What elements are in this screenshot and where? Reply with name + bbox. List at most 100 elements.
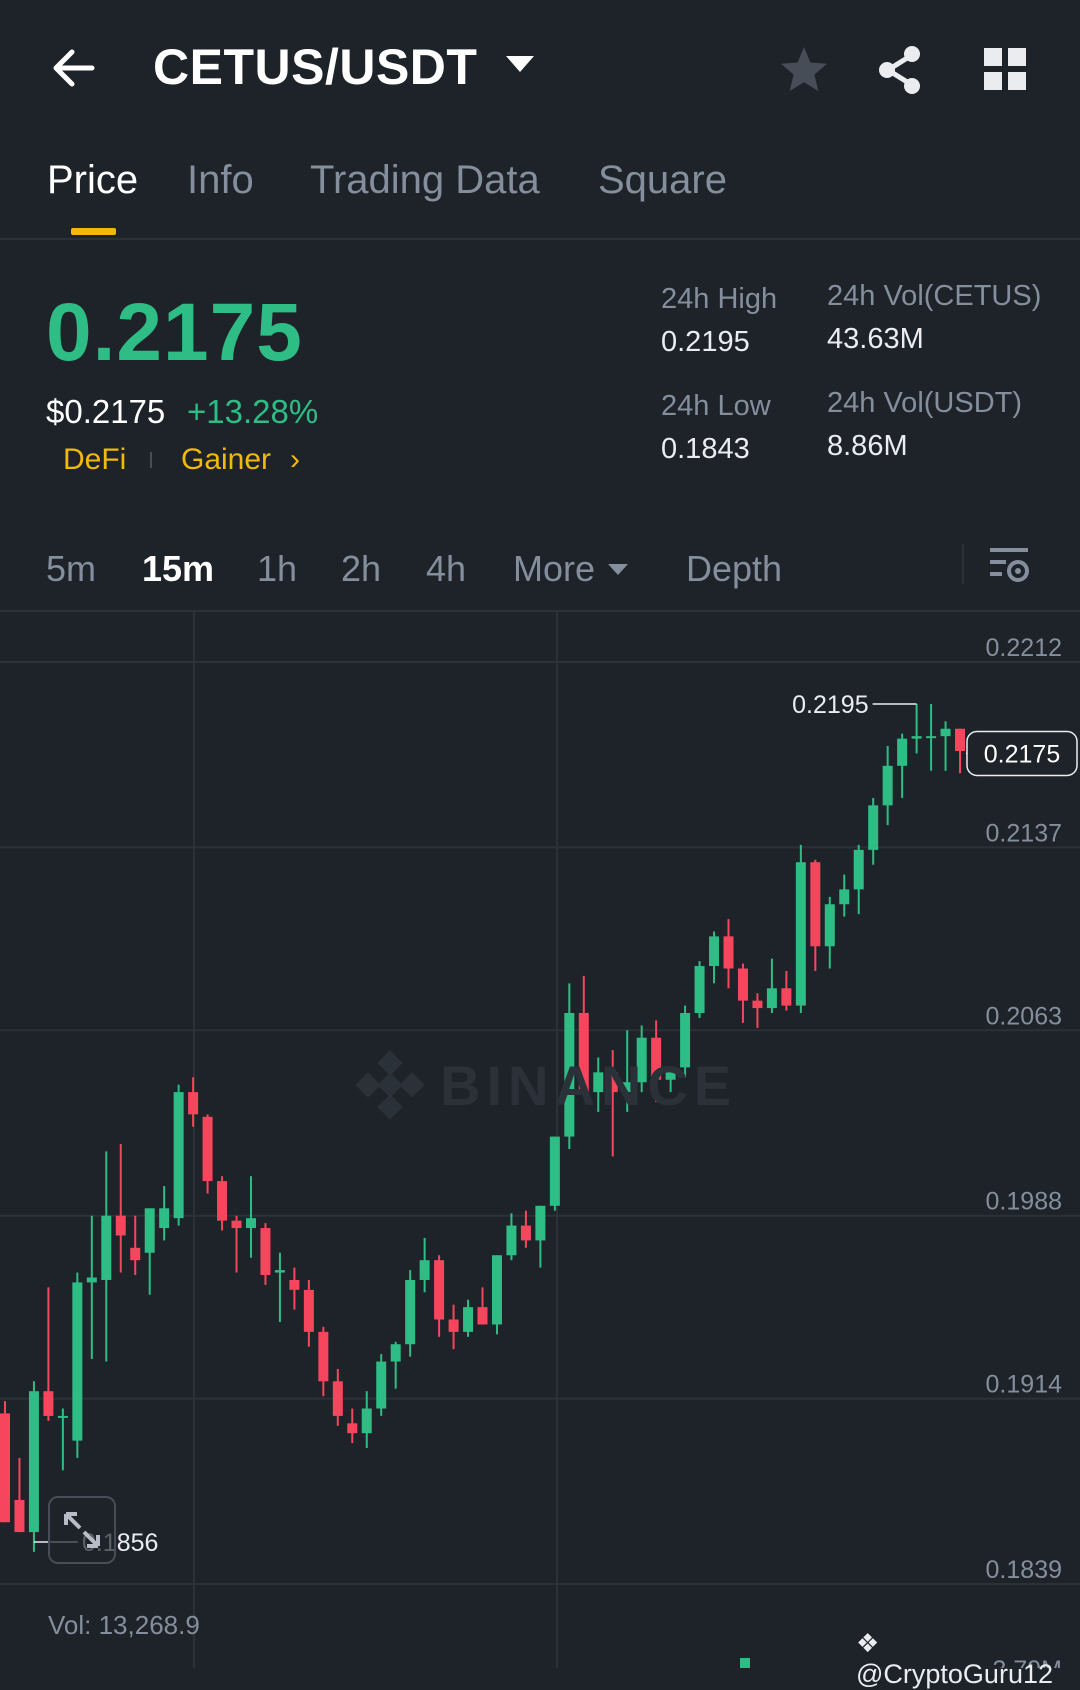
candle-body: [419, 1260, 430, 1280]
candle-body: [463, 1307, 474, 1332]
candle-body: [737, 968, 748, 1001]
usd-price: $0.2175: [46, 393, 166, 430]
expand-chart-button[interactable]: [48, 1496, 116, 1564]
candle-body: [130, 1247, 141, 1261]
candle-body: [853, 849, 864, 890]
candle-body: [477, 1307, 488, 1325]
chart-settings-icon[interactable]: [988, 544, 1032, 588]
candle-body: [260, 1228, 271, 1276]
back-arrow-icon[interactable]: [48, 40, 104, 96]
candlestick-chart[interactable]: 0.2212 0.2137 0.2063 0.1988 0.1914 0.1839 0.21…: [0, 612, 1080, 1668]
candle-body: [115, 1215, 126, 1236]
interval-divider: [962, 544, 964, 584]
candle-body: [72, 1282, 83, 1441]
binance-small-icon: ❖: [856, 1628, 880, 1658]
candle-body: [173, 1092, 184, 1219]
candle-body: [202, 1116, 213, 1182]
interval-4h[interactable]: 4h: [426, 548, 466, 590]
candle-body: [347, 1423, 358, 1434]
candle-body: [955, 728, 966, 751]
tag-gainer[interactable]: Gainer: [181, 443, 271, 477]
candle-body: [188, 1092, 199, 1115]
grid-menu-icon[interactable]: [984, 48, 1026, 90]
interval-1h[interactable]: 1h: [257, 548, 297, 590]
depth-tab[interactable]: Depth: [686, 548, 782, 590]
pair-title[interactable]: CETUS/USDT: [153, 38, 477, 96]
candle-body: [810, 862, 821, 947]
volume-bar: [740, 1658, 750, 1668]
candle-body: [361, 1408, 372, 1434]
candle-body: [14, 1499, 25, 1533]
y-tick-label: 0.1914: [986, 1371, 1063, 1399]
stat-vol-base-label: 24h Vol(CETUS): [827, 280, 1042, 312]
candle-body: [376, 1361, 387, 1409]
share-icon[interactable]: [876, 44, 924, 96]
candle-body: [752, 1000, 763, 1009]
interval-bar: 5m 15m 1h 2h 4h More Depth: [0, 530, 1080, 612]
tag-defi[interactable]: DeFi: [63, 443, 126, 477]
interval-5m[interactable]: 5m: [46, 548, 96, 590]
favorite-star-icon[interactable]: [778, 44, 830, 96]
candle-body: [405, 1279, 416, 1345]
active-tab-indicator: [71, 228, 116, 235]
candle-body: [506, 1225, 517, 1256]
candle-body: [839, 889, 850, 905]
pair-dropdown-icon[interactable]: [506, 56, 534, 72]
candle-body: [549, 1136, 560, 1206]
author-credit-text: @CryptoGuru12: [856, 1659, 1053, 1689]
stat-vol-quote-value: 8.86M: [827, 430, 908, 462]
candle-body: [217, 1181, 228, 1221]
last-price: 0.2175: [46, 287, 303, 378]
candle-body: [101, 1215, 112, 1280]
candle-body: [882, 765, 893, 806]
stat-low-label: 24h Low: [661, 390, 771, 422]
tag-divider: [150, 452, 152, 468]
candle-body: [245, 1218, 256, 1229]
candle-body: [390, 1344, 401, 1362]
y-tick-label: 0.2212: [986, 634, 1062, 662]
candle-body: [520, 1225, 531, 1241]
candle-body: [43, 1391, 54, 1416]
interval-more[interactable]: More: [513, 548, 595, 590]
tab-trading-data[interactable]: Trading Data: [310, 158, 540, 203]
candle-body: [159, 1208, 170, 1229]
candle-body: [926, 736, 937, 739]
candle-body: [824, 904, 835, 947]
section-tabs: Price Info Trading Data Square: [0, 150, 1080, 240]
chevron-right-icon[interactable]: ›: [290, 443, 300, 477]
candle-body: [0, 1413, 10, 1523]
candle-body: [795, 862, 806, 1006]
candle-body: [940, 728, 951, 737]
tab-info[interactable]: Info: [187, 158, 254, 203]
candle-body: [332, 1381, 343, 1416]
tab-price[interactable]: Price: [47, 158, 138, 203]
candle-body: [28, 1391, 39, 1533]
candle-body: [781, 988, 792, 1006]
tab-square[interactable]: Square: [598, 158, 727, 203]
candle-body: [868, 805, 879, 850]
current-price-label: 0.2175: [984, 740, 1060, 768]
candle-body: [535, 1205, 546, 1241]
candle-body: [274, 1270, 285, 1273]
stat-vol-quote-label: 24h Vol(USDT): [827, 387, 1023, 419]
y-tick-label: 0.1839: [986, 1556, 1062, 1584]
y-tick-label: 0.2063: [986, 1002, 1062, 1030]
candle-body: [57, 1415, 68, 1418]
candle-body: [709, 936, 720, 967]
header-bar: CETUS/USDT: [0, 0, 1080, 140]
stat-high-label: 24h High: [661, 283, 778, 315]
interval-15m[interactable]: 15m: [142, 548, 214, 590]
interval-2h[interactable]: 2h: [341, 548, 381, 590]
candle-body: [289, 1279, 300, 1290]
stat-low-value: 0.1843: [661, 433, 750, 465]
candle-body: [491, 1255, 502, 1325]
candle-body: [318, 1331, 329, 1382]
candle-body: [144, 1208, 155, 1253]
candle-body: [694, 966, 705, 1014]
candle-body: [303, 1289, 314, 1332]
high-marker-label: 0.2195: [792, 691, 868, 719]
candle-body: [231, 1220, 242, 1229]
candle-body: [434, 1260, 445, 1320]
binance-watermark: BINANCE: [350, 1045, 731, 1125]
more-dropdown-icon[interactable]: [608, 564, 628, 575]
